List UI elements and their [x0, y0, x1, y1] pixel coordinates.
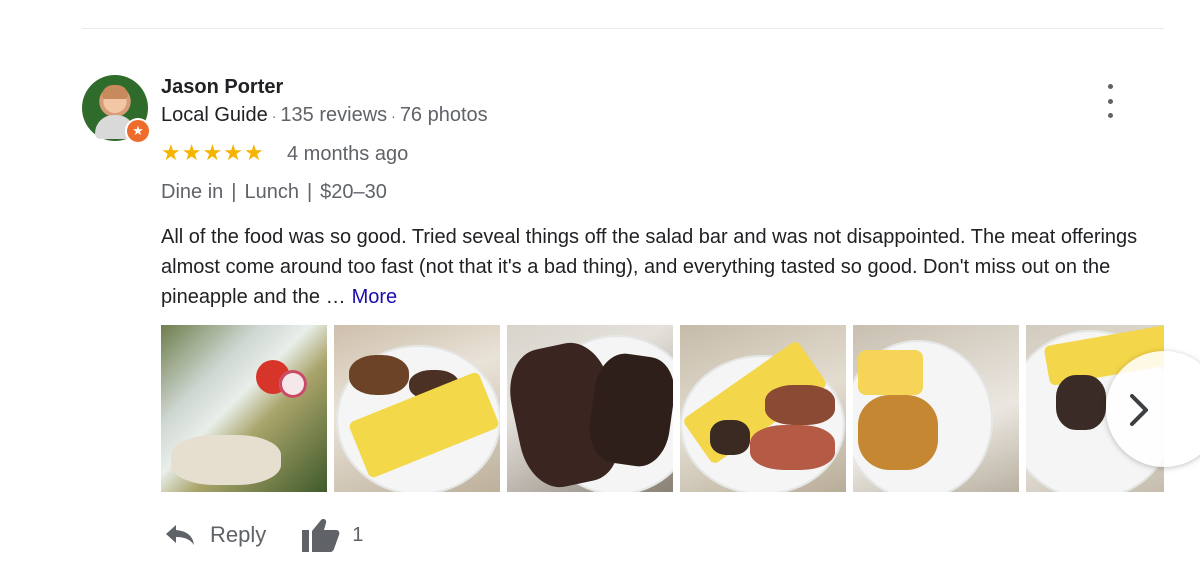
tag-separator: | — [231, 181, 237, 203]
mushroom-shape — [349, 355, 409, 395]
pineapple-mushroom-photo[interactable] — [334, 325, 500, 492]
meta-dot: · — [271, 108, 277, 124]
avatar-hair — [102, 85, 128, 99]
pineapple-meat-photo[interactable] — [680, 325, 846, 492]
star-icon: ★ — [243, 140, 264, 165]
tag-meal: Lunch — [244, 181, 299, 203]
star-icon: ★ — [161, 140, 181, 165]
star-icon: ★ — [223, 140, 243, 165]
star-rating: ★ ★ ★ ★ ★ — [161, 142, 265, 164]
tag-price: $20–30 — [320, 181, 387, 203]
thumbs-up-icon — [302, 519, 340, 552]
review-actions: Reply 1 — [164, 518, 363, 552]
avatar[interactable]: ★ — [82, 75, 151, 144]
review-count: 135 reviews — [280, 104, 388, 126]
steak-photo[interactable] — [507, 325, 673, 492]
salad-photo[interactable] — [161, 325, 327, 492]
pineapple-pastry-photo[interactable] — [853, 325, 1019, 492]
reply-icon — [166, 525, 194, 545]
local-guide-badge-icon: ★ — [125, 118, 151, 144]
reply-label: Reply — [210, 522, 267, 547]
reviewer-meta: Local Guide · 135 reviews · 76 photos — [161, 104, 488, 127]
review-time: 4 months ago — [287, 143, 409, 165]
meta-dot: · — [391, 108, 396, 124]
review-text-block: All of the food was so good. Tried sevea… — [161, 222, 1161, 312]
pasta-shape — [171, 435, 281, 485]
radish-shape — [279, 370, 307, 398]
reply-button[interactable]: Reply — [164, 522, 266, 548]
ham-shape — [750, 425, 835, 470]
pineapple-shape — [858, 350, 923, 395]
local-guide-label: Local Guide — [161, 104, 268, 126]
like-button[interactable]: 1 — [302, 518, 363, 552]
photo-strip — [161, 325, 1164, 492]
top-divider — [82, 28, 1164, 29]
star-icon: ★ — [181, 140, 202, 165]
chevron-right-icon — [1130, 394, 1148, 426]
tag-separator: | — [306, 181, 313, 203]
review-text: All of the food was so good. Tried sevea… — [161, 226, 1138, 308]
more-options-icon[interactable] — [1095, 84, 1125, 118]
pastry-shape — [858, 395, 938, 470]
star-icon: ★ — [202, 140, 223, 165]
visit-tags: Dine in | Lunch | $20–30 — [161, 181, 387, 204]
photo-count: 76 photos — [399, 104, 488, 126]
more-link[interactable]: More — [352, 286, 398, 308]
like-count: 1 — [352, 523, 364, 546]
tag-dine-in: Dine in — [161, 181, 224, 203]
meat-shape — [710, 420, 750, 455]
meat-shape — [1056, 375, 1106, 430]
bacon-shape — [765, 385, 835, 425]
reviewer-name[interactable]: Jason Porter — [161, 76, 283, 99]
